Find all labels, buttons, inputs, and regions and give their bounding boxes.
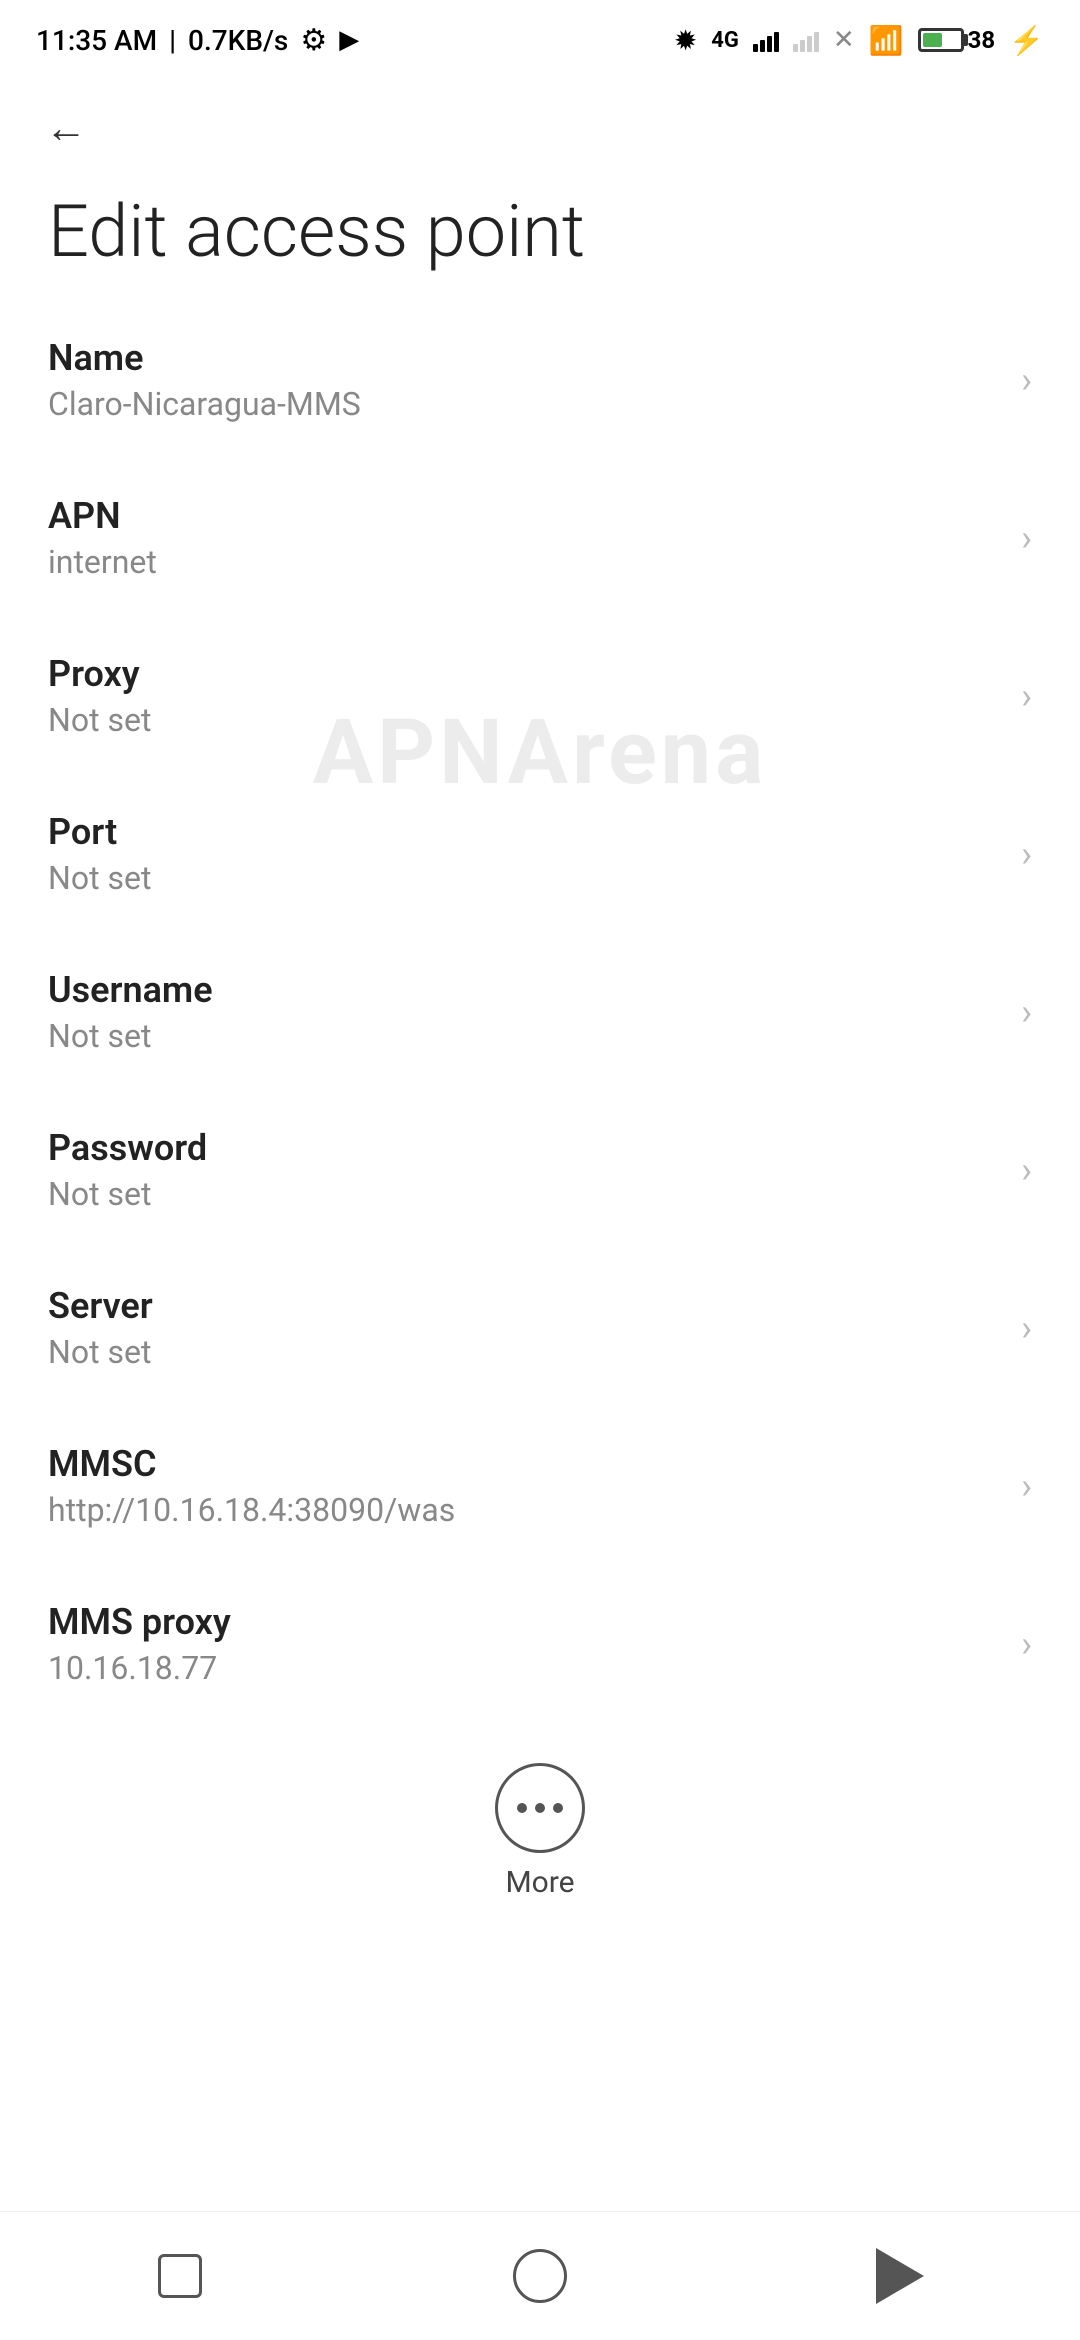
settings-item-mmsc-content: MMSC http://10.16.18.4:38090/was (48, 1443, 1001, 1529)
settings-item-password[interactable]: Password Not set › (0, 1091, 1080, 1249)
more-dot-3 (553, 1803, 563, 1813)
settings-item-username-value: Not set (48, 1017, 1001, 1055)
settings-item-apn-title: APN (48, 495, 1001, 537)
settings-item-mms-proxy-value: 10.16.18.77 (48, 1649, 1001, 1687)
chevron-right-icon-proxy: › (1021, 675, 1032, 717)
content-area: Edit access point APNArena Name Claro-Ni… (0, 172, 1080, 2211)
nav-recents-button[interactable] (140, 2236, 220, 2316)
settings-item-port[interactable]: Port Not set › (0, 775, 1080, 933)
settings-item-server-title: Server (48, 1285, 1001, 1327)
nav-home-button[interactable] (500, 2236, 580, 2316)
nav-bar (0, 2211, 1080, 2340)
settings-item-mmsc-title: MMSC (48, 1443, 1001, 1485)
settings-item-name-title: Name (48, 337, 1001, 379)
settings-item-username-content: Username Not set (48, 969, 1001, 1055)
settings-icon: ⚙ (300, 23, 327, 58)
nav-home-icon (513, 2249, 567, 2303)
settings-item-server-content: Server Not set (48, 1285, 1001, 1371)
settings-list: Name Claro-Nicaragua-MMS › APN internet … (0, 301, 1080, 1723)
settings-item-mms-proxy[interactable]: MMS proxy 10.16.18.77 › (0, 1565, 1080, 1723)
chevron-right-icon-password: › (1021, 1149, 1032, 1191)
chevron-right-icon-mmsc: › (1021, 1465, 1032, 1507)
chevron-right-icon-username: › (1021, 991, 1032, 1033)
settings-item-apn-value: internet (48, 543, 1001, 581)
settings-item-port-content: Port Not set (48, 811, 1001, 897)
settings-item-mmsc[interactable]: MMSC http://10.16.18.4:38090/was › (0, 1407, 1080, 1565)
settings-item-password-content: Password Not set (48, 1127, 1001, 1213)
nav-back-button[interactable] (860, 2236, 940, 2316)
chevron-right-icon-server: › (1021, 1307, 1032, 1349)
settings-item-name[interactable]: Name Claro-Nicaragua-MMS › (0, 301, 1080, 459)
network-4g-icon: 4G (711, 28, 739, 53)
settings-item-server[interactable]: Server Not set › (0, 1249, 1080, 1407)
status-left: 11:35 AM | 0.7KB/s ⚙ ▶ (36, 23, 359, 58)
status-divider: | (169, 24, 176, 57)
video-icon: ▶ (339, 25, 359, 55)
settings-item-password-title: Password (48, 1127, 1001, 1169)
nav-recents-icon (158, 2254, 202, 2298)
back-arrow-icon: ← (45, 104, 87, 153)
settings-item-name-content: Name Claro-Nicaragua-MMS (48, 337, 1001, 423)
chevron-right-icon-apn: › (1021, 517, 1032, 559)
more-section: More (0, 1723, 1080, 1930)
chevron-right-icon-mms-proxy: › (1021, 1623, 1032, 1665)
signal-bars-2 (793, 28, 819, 52)
toolbar: ← (0, 72, 1080, 172)
settings-item-proxy[interactable]: Proxy Not set › (0, 617, 1080, 775)
more-dots (517, 1803, 563, 1813)
settings-item-mmsc-value: http://10.16.18.4:38090/was (48, 1491, 1001, 1529)
settings-item-username[interactable]: Username Not set › (0, 933, 1080, 1091)
status-time: 11:35 AM (36, 24, 157, 57)
no-signal-icon: ✕ (833, 25, 855, 55)
settings-item-proxy-content: Proxy Not set (48, 653, 1001, 739)
chevron-right-icon-port: › (1021, 833, 1032, 875)
settings-item-username-title: Username (48, 969, 1001, 1011)
settings-item-mms-proxy-content: MMS proxy 10.16.18.77 (48, 1601, 1001, 1687)
more-label: More (505, 1865, 574, 1900)
settings-item-proxy-value: Not set (48, 701, 1001, 739)
chevron-right-icon-name: › (1021, 359, 1032, 401)
more-circle (495, 1763, 585, 1853)
settings-item-proxy-title: Proxy (48, 653, 1001, 695)
more-dot-2 (535, 1803, 545, 1813)
settings-item-apn-content: APN internet (48, 495, 1001, 581)
settings-item-server-value: Not set (48, 1333, 1001, 1371)
settings-item-apn[interactable]: APN internet › (0, 459, 1080, 617)
status-data-speed: 0.7KB/s (188, 24, 288, 57)
more-dot-1 (517, 1803, 527, 1813)
charging-icon: ⚡ (1009, 24, 1044, 57)
back-button[interactable]: ← (36, 98, 96, 158)
wifi-icon: 📶 (869, 24, 904, 57)
settings-item-name-value: Claro-Nicaragua-MMS (48, 385, 1001, 423)
more-button[interactable]: More (495, 1763, 585, 1900)
battery-icon: 38 (918, 26, 996, 54)
bluetooth-icon: ✹ (674, 24, 697, 57)
settings-item-port-title: Port (48, 811, 1001, 853)
nav-back-icon (876, 2248, 924, 2304)
status-bar: 11:35 AM | 0.7KB/s ⚙ ▶ ✹ 4G ✕ 📶 (0, 0, 1080, 72)
status-right: ✹ 4G ✕ 📶 38 ⚡ (674, 24, 1044, 57)
settings-item-port-value: Not set (48, 859, 1001, 897)
settings-item-mms-proxy-title: MMS proxy (48, 1601, 1001, 1643)
page-title: Edit access point (0, 172, 1080, 301)
settings-item-password-value: Not set (48, 1175, 1001, 1213)
signal-bars-1 (753, 28, 779, 52)
